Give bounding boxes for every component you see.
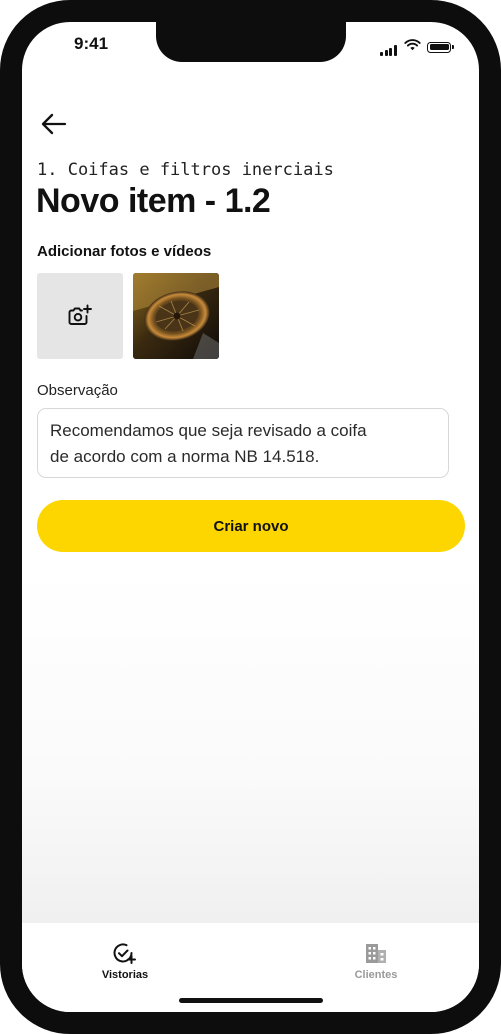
observation-label: Observação	[37, 382, 118, 399]
building-icon	[366, 944, 386, 963]
back-button[interactable]	[36, 106, 72, 142]
status-bar: 9:41	[22, 22, 479, 72]
create-new-button[interactable]: Criar novo	[37, 500, 465, 552]
content-background	[22, 567, 479, 922]
media-label: Adicionar fotos e vídeos	[37, 243, 212, 260]
media-thumbnail[interactable]	[133, 273, 219, 359]
nav-label-vistorias: Vistorias	[101, 969, 149, 981]
nav-item-clientes[interactable]: Clientes	[336, 941, 416, 981]
check-circle-plus-icon	[113, 943, 136, 964]
nav-item-vistorias[interactable]: Vistorias	[85, 941, 165, 981]
signal-icon	[380, 38, 398, 56]
add-media-button[interactable]	[37, 273, 123, 359]
arrow-left-icon	[41, 113, 67, 135]
section-title: 1. Coifas e filtros inerciais	[37, 160, 334, 180]
home-indicator	[179, 998, 323, 1003]
camera-plus-icon	[68, 304, 92, 325]
status-icons	[380, 38, 454, 56]
hood-filter-image	[133, 273, 219, 359]
phone-frame: 9:41 1. Coifas e filtros inerciais Novo …	[0, 0, 501, 1034]
status-time: 9:41	[74, 34, 109, 53]
observation-field[interactable]: Recomendamos que seja revisado a coifa d…	[37, 408, 449, 478]
battery-icon	[427, 41, 454, 53]
nav-label-clientes: Clientes	[354, 969, 398, 981]
page-title: Novo item - 1.2	[36, 182, 271, 220]
wifi-icon	[404, 38, 421, 56]
